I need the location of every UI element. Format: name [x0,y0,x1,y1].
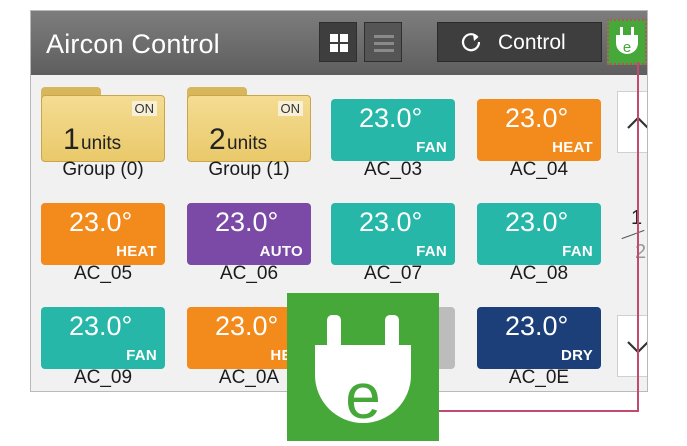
ac-tile[interactable]: 23.0° DRY AC_0E [477,295,601,391]
mode-label: FAN [126,347,157,364]
unit-count: 2 [209,123,226,156]
ac-status-card: 23.0° FAN [477,203,601,265]
callout-line [437,410,639,412]
list-view-button[interactable] [364,22,402,62]
ac-tile[interactable]: 23.0° FAN AC_09 [41,295,165,391]
header-bar: Aircon Control Control e [31,11,647,75]
mode-label: HEAT [552,139,593,156]
svg-text:e: e [623,39,631,56]
chevron-up-icon [627,116,647,129]
ac-name: AC_03 [363,159,423,180]
ac-name: AC_0E [508,367,570,388]
group-name: Group (1) [208,159,290,180]
grid-icon [330,34,348,52]
page-title: Aircon Control [46,29,220,59]
ac-status-card: 23.0° DRY [477,307,601,369]
ac-status-card: 23.0° HEAT [41,203,165,265]
control-label: Control [498,31,566,54]
unit-count: 1 [63,123,80,156]
plug-e-icon: e [616,27,638,56]
folder-icon: ON 2 units [187,87,311,162]
ac-status-card: 23.0° FAN [331,203,455,265]
ac-tile[interactable]: 23.0° FAN AC_03 [331,87,455,187]
list-icon [374,35,394,56]
set-temperature: 23.0° [505,207,569,237]
units-label: units [227,133,268,154]
group-tile[interactable]: ON 2 units Group (1) [187,87,311,187]
plug-e-icon: e [315,315,411,432]
ac-tile[interactable]: 23.0° FAN AC_08 [477,191,601,291]
set-temperature: 23.0° [215,311,279,341]
ac-status-card: 23.0° HEAT [477,99,601,161]
set-temperature: 23.0° [505,311,569,341]
set-temperature: 23.0° [505,103,569,133]
mode-label: FAN [562,243,593,260]
control-button[interactable]: Control [437,22,602,62]
scroll-down-button[interactable] [617,315,647,377]
set-temperature: 23.0° [69,207,133,237]
ac-status-card: 23.0° AUTO [187,203,311,265]
callout-line [637,62,639,412]
plug-button[interactable]: e [607,19,647,65]
set-temperature: 23.0° [359,207,423,237]
svg-text:e: e [345,360,381,432]
ac-tile[interactable]: 23.0° AUTO AC_06 [187,191,311,291]
ac-status-card: 23.0° FAN [331,99,455,161]
units-label: units [81,133,122,154]
ac-tile[interactable]: 23.0° HEAT AC_05 [41,191,165,291]
on-badge: ON [277,101,303,116]
group-tile[interactable]: ON 1 units Group (0) [41,87,165,187]
ac-tile[interactable]: 23.0° FAN AC_07 [331,191,455,291]
ac-name: AC_06 [219,263,279,284]
on-badge: ON [131,101,157,116]
mode-label: AUTO [259,243,303,260]
group-name: Group (0) [62,159,144,180]
folder-icon: ON 1 units [41,87,165,162]
scroll-up-button[interactable] [617,91,647,153]
mode-label: HEAT [116,243,157,260]
ac-name: AC_09 [73,367,133,388]
set-temperature: 23.0° [69,311,133,341]
chevron-down-icon [627,341,647,354]
mode-label: DRY [560,347,593,364]
ac-name: AC_08 [509,263,569,284]
grid-view-button[interactable] [319,22,357,62]
ac-status-card: 23.0° FAN [41,307,165,369]
mode-label: FAN [416,243,447,260]
ac-name: AC_04 [509,159,569,180]
set-temperature: 23.0° [215,207,279,237]
plug-callout: e [287,293,439,441]
mode-label: FAN [416,139,447,156]
ac-name: AC_07 [363,263,423,284]
refresh-circle-icon [461,33,481,52]
ac-tile[interactable]: 23.0° HEAT AC_04 [477,87,601,187]
set-temperature: 23.0° [359,103,423,133]
ac-name: AC_05 [73,263,133,284]
